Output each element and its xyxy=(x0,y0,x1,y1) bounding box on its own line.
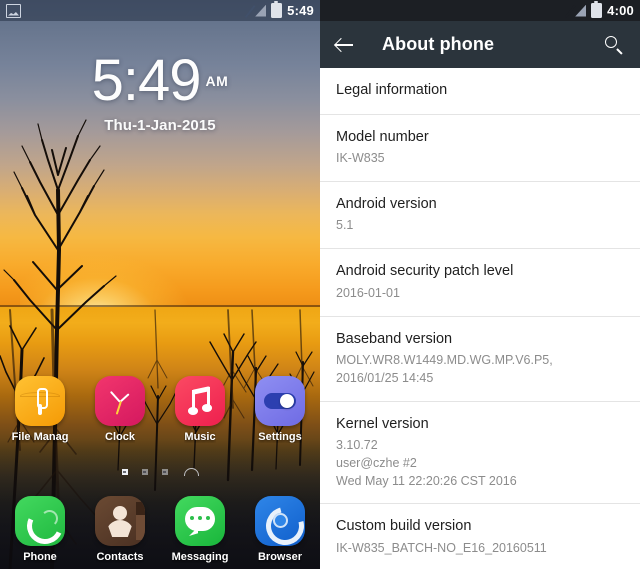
battery-full-icon xyxy=(271,0,283,18)
app-file-manager[interactable]: File Manag xyxy=(0,376,80,443)
battery-full-icon xyxy=(591,0,603,18)
about-toolbar: About phone xyxy=(320,21,640,68)
list-item-custom-build-version[interactable]: Custom build version IK-W835_BATCH-NO_E1… xyxy=(320,504,640,569)
clock-ampm: AM xyxy=(205,73,229,89)
app-label: Browser xyxy=(257,551,303,563)
browser-icon xyxy=(255,496,305,546)
item-title: Model number xyxy=(336,128,429,145)
home-clock-widget[interactable]: 5:49 AM Thu-1-Jan-2015 xyxy=(0,52,320,135)
app-messaging[interactable]: Messaging xyxy=(160,496,240,563)
home-status-bar: 5:49 xyxy=(0,0,320,21)
app-phone[interactable]: Phone xyxy=(0,496,80,563)
item-value: MOLY.WR8.W1449.MD.WG.MP.V6.P5, 2016/01/2… xyxy=(336,353,553,385)
app-browser[interactable]: Browser xyxy=(240,496,320,563)
app-label: Music xyxy=(184,431,216,443)
list-item-kernel-version[interactable]: Kernel version 3.10.72 user@czhe #2 Wed … xyxy=(320,402,640,505)
clock-time: 5:49 AM xyxy=(0,52,320,110)
about-info-list[interactable]: Legal information Model number IK-W835 A… xyxy=(320,68,640,569)
messaging-icon xyxy=(175,496,225,546)
about-phone-panel: 4:00 About phone Legal information Model… xyxy=(320,0,640,569)
list-item-legal-information[interactable]: Legal information xyxy=(320,68,640,115)
contacts-icon xyxy=(95,496,145,546)
home-status-time: 5:49 xyxy=(287,3,314,18)
app-label: Messaging xyxy=(171,551,229,563)
item-title: Kernel version xyxy=(336,415,429,432)
item-value: 5.1 xyxy=(336,218,354,233)
list-item-model-number[interactable]: Model number IK-W835 xyxy=(320,115,640,182)
app-label: Phone xyxy=(23,551,57,563)
item-value: 2016-01-01 xyxy=(336,285,400,300)
item-value: IK-W835_BATCH-NO_E16_20160511 xyxy=(336,540,547,555)
clock-time-value: 5:49 xyxy=(91,48,202,113)
app-clock[interactable]: Clock xyxy=(80,376,160,443)
app-music[interactable]: Music xyxy=(160,376,240,443)
app-label: Clock xyxy=(105,431,135,443)
clock-date: Thu-1-Jan-2015 xyxy=(104,117,216,134)
file-manager-icon xyxy=(15,376,65,426)
page-dot-3[interactable] xyxy=(161,469,168,475)
no-signal-icon xyxy=(564,4,587,18)
item-title: Baseband version xyxy=(336,330,453,347)
item-value: IK-W835 xyxy=(336,151,385,166)
page-title: About phone xyxy=(382,34,495,54)
list-item-android-version[interactable]: Android version 5.1 xyxy=(320,182,640,250)
app-settings[interactable]: Settings xyxy=(240,376,320,443)
app-contacts[interactable]: Contacts xyxy=(80,496,160,563)
search-icon[interactable] xyxy=(604,35,624,55)
item-value: 3.10.72 user@czhe #2 Wed May 11 22:20:26… xyxy=(336,438,517,488)
music-icon xyxy=(175,376,225,426)
page-dot-2[interactable] xyxy=(141,469,148,475)
no-signal-icon xyxy=(244,4,267,18)
home-screen-panel: 5:49 5:49 AM Thu-1-Jan-2015 File Manag Cl… xyxy=(0,0,320,569)
app-label: File Manag xyxy=(11,431,69,443)
page-indicator xyxy=(0,468,320,476)
list-item-android-security-patch-level[interactable]: Android security patch level 2016-01-01 xyxy=(320,249,640,317)
screenshot-icon xyxy=(6,3,21,18)
back-arrow-icon[interactable] xyxy=(333,34,355,56)
about-status-time: 4:00 xyxy=(607,3,634,18)
item-title: Android security patch level xyxy=(336,263,514,280)
list-item-baseband-version[interactable]: Baseband version MOLY.WR8.W1449.MD.WG.MP… xyxy=(320,317,640,402)
item-title: Custom build version xyxy=(336,518,472,535)
dual-phone-screenshot: 5:49 5:49 AM Thu-1-Jan-2015 File Manag Cl… xyxy=(0,0,640,569)
home-handle-icon[interactable] xyxy=(183,468,199,476)
settings-icon xyxy=(255,376,305,426)
item-title: Android version xyxy=(336,195,437,212)
dock-row: Phone Contacts Messaging Browser xyxy=(0,496,320,563)
app-row-1: File Manag Clock Music Settings xyxy=(0,376,320,443)
page-dot-1[interactable] xyxy=(121,469,128,475)
item-title: Legal information xyxy=(336,82,448,98)
phone-icon xyxy=(15,496,65,546)
app-label: Settings xyxy=(258,431,302,443)
clock-icon xyxy=(95,376,145,426)
about-status-bar: 4:00 xyxy=(320,0,640,21)
app-label: Contacts xyxy=(96,551,144,563)
